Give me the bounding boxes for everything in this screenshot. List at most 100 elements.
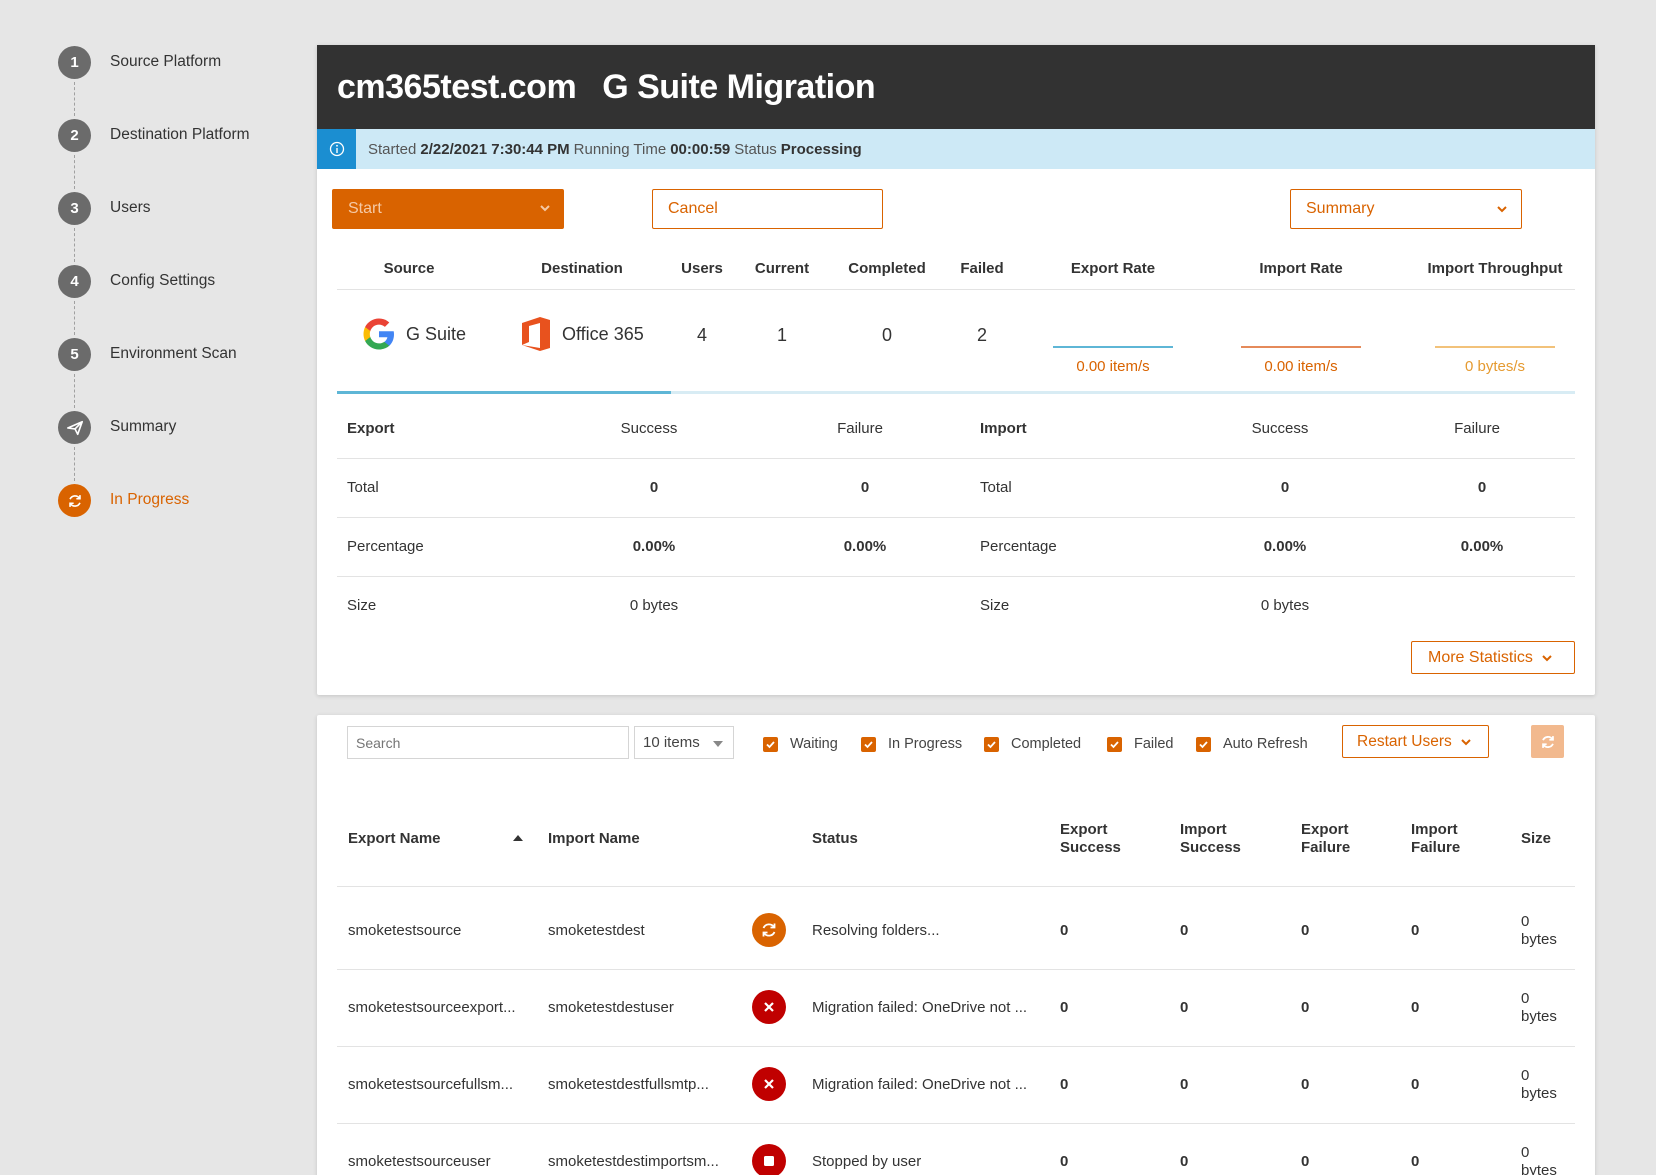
filter-failed[interactable]: Failed <box>1107 736 1174 752</box>
export-success-cell: 0 <box>1060 1153 1069 1170</box>
step-environment-scan[interactable]: 5 Environment Scan <box>58 338 308 411</box>
restart-users-button[interactable]: Restart Users <box>1342 725 1489 758</box>
throughput-value: 0 bytes/s <box>1464 358 1526 375</box>
import-name-cell: smoketestdestfullsmtp... <box>548 1076 709 1093</box>
step-number: 1 <box>58 46 91 79</box>
step-summary[interactable]: Summary <box>58 411 308 484</box>
import-failure-cell: 0 <box>1411 922 1420 939</box>
filter-auto-refresh[interactable]: Auto Refresh <box>1196 736 1308 752</box>
step-users[interactable]: 3 Users <box>58 192 308 265</box>
step-config-settings[interactable]: 4 Config Settings <box>58 265 308 338</box>
chevron-down-icon <box>540 205 550 212</box>
cancel-button[interactable]: Cancel <box>652 189 883 229</box>
items-per-page-select[interactable]: 10 items <box>634 726 734 759</box>
filter-in-progress[interactable]: In Progress <box>861 736 962 752</box>
destination-platform: Office 365 <box>520 315 644 353</box>
paper-plane-icon <box>58 411 91 444</box>
step-source-platform[interactable]: 1 Source Platform <box>58 46 308 119</box>
export-success-value: 0 <box>649 479 659 496</box>
checkbox-checked-icon <box>861 736 876 752</box>
row-label: Percentage <box>980 538 1057 555</box>
import-failure-heading: Failure <box>1454 420 1500 437</box>
domain-title: cm365test.com <box>337 67 577 106</box>
more-statistics-label: More Statistics <box>1428 648 1533 666</box>
status-cell: Migration failed: OneDrive not ... <box>812 1076 1028 1093</box>
col-size[interactable]: Size <box>1521 830 1551 847</box>
table-row[interactable]: smoketestsourceexport... smoketestdestus… <box>337 970 1575 1047</box>
filter-label: Failed <box>1134 736 1174 752</box>
status-value: Processing <box>780 140 862 158</box>
export-failure-cell: 0 <box>1301 1076 1310 1093</box>
import-failure-cell: 0 <box>1411 999 1420 1016</box>
filter-label: Auto Refresh <box>1223 736 1308 752</box>
step-destination-platform[interactable]: 2 Destination Platform <box>58 119 308 192</box>
sort-ascending-icon[interactable] <box>513 835 523 841</box>
col-export-success[interactable]: Export Success <box>1060 821 1121 857</box>
summary-dropdown[interactable]: Summary <box>1290 189 1522 229</box>
controls-bar: Start Cancel Summary <box>317 169 1595 249</box>
table-row[interactable]: smoketestsource smoketestdest Resolving … <box>337 893 1575 970</box>
row-label: Size <box>347 597 377 614</box>
row-label: Size <box>980 597 1010 614</box>
col-import-failure[interactable]: Import Failure <box>1411 821 1460 857</box>
table-row[interactable]: smoketestsourcefullsm... smoketestdestfu… <box>337 1047 1575 1124</box>
row-label: Total <box>347 479 379 496</box>
status-cell: Resolving folders... <box>812 922 940 939</box>
export-success-cell: 0 <box>1060 922 1069 939</box>
more-statistics-button[interactable]: More Statistics <box>1411 641 1575 674</box>
col-export-name[interactable]: Export Name <box>348 830 441 847</box>
status-label: Status <box>734 140 777 158</box>
sync-icon <box>58 484 91 517</box>
metrics-row-size: Size 0 bytes Size 0 bytes <box>337 577 1575 636</box>
office-365-icon <box>522 317 550 351</box>
col-import-name[interactable]: Import Name <box>548 830 640 847</box>
col-export-failure[interactable]: Export Failure <box>1301 821 1350 857</box>
import-failure-cell: 0 <box>1411 1076 1420 1093</box>
filter-label: Waiting <box>790 736 838 752</box>
filter-label: Completed <box>1011 736 1082 752</box>
panel-header: cm365test.com G Suite Migration <box>317 45 1595 129</box>
items-per-page-value: 10 items <box>643 734 700 751</box>
metrics-row-percentage: Percentage 0.00% 0.00% Percentage 0.00% … <box>337 518 1575 577</box>
step-label: Summary <box>110 418 177 435</box>
export-failure-value: 0.00% <box>843 538 887 555</box>
export-rate-line <box>1053 346 1173 348</box>
step-connector <box>74 374 75 408</box>
export-name-cell: smoketestsourceexport... <box>348 999 516 1016</box>
chevron-down-icon <box>1542 654 1552 661</box>
start-button[interactable]: Start <box>332 189 564 229</box>
col-export-rate: Export Rate <box>1070 260 1156 277</box>
size-cell: 0 bytes <box>1521 1144 1557 1175</box>
status-info-bar: Started 2/22/2021 7:30:44 PM Running Tim… <box>317 129 1595 169</box>
export-success-heading: Success <box>620 420 678 437</box>
size-cell: 0 bytes <box>1521 990 1557 1025</box>
search-input[interactable] <box>347 726 629 759</box>
source-platform-name: G Suite <box>406 323 467 344</box>
export-name-cell: smoketestsourcefullsm... <box>348 1076 514 1093</box>
step-connector <box>74 228 75 262</box>
refresh-button[interactable] <box>1531 725 1564 758</box>
export-failure-heading: Failure <box>837 420 883 437</box>
running-time-value: 00:00:59 <box>670 140 731 158</box>
col-status[interactable]: Status <box>812 830 858 847</box>
sync-icon <box>752 913 786 947</box>
filter-completed[interactable]: Completed <box>984 736 1081 752</box>
progress-bar <box>337 391 1575 394</box>
stop-icon <box>752 1144 786 1175</box>
col-import-success[interactable]: Import Success <box>1180 821 1241 857</box>
status-cell: Migration failed: OneDrive not ... <box>812 999 1028 1016</box>
import-success-value: 0 bytes <box>1260 597 1310 614</box>
export-failure-cell: 0 <box>1301 922 1310 939</box>
step-number: 2 <box>58 119 91 152</box>
throughput-line <box>1435 346 1555 348</box>
table-row[interactable]: smoketestsourceuser smoketestdestimports… <box>337 1124 1575 1175</box>
import-name-cell: smoketestdestimportsm... <box>548 1153 719 1170</box>
filter-waiting[interactable]: Waiting <box>763 736 838 752</box>
error-icon <box>752 1067 786 1101</box>
import-rate-value: 0.00 item/s <box>1264 358 1338 375</box>
step-in-progress[interactable]: In Progress <box>58 484 308 557</box>
export-heading: Export <box>347 420 395 437</box>
migration-title: G Suite Migration <box>602 67 876 106</box>
import-success-value: 0 <box>1280 479 1290 496</box>
import-success-cell: 0 <box>1180 1153 1189 1170</box>
